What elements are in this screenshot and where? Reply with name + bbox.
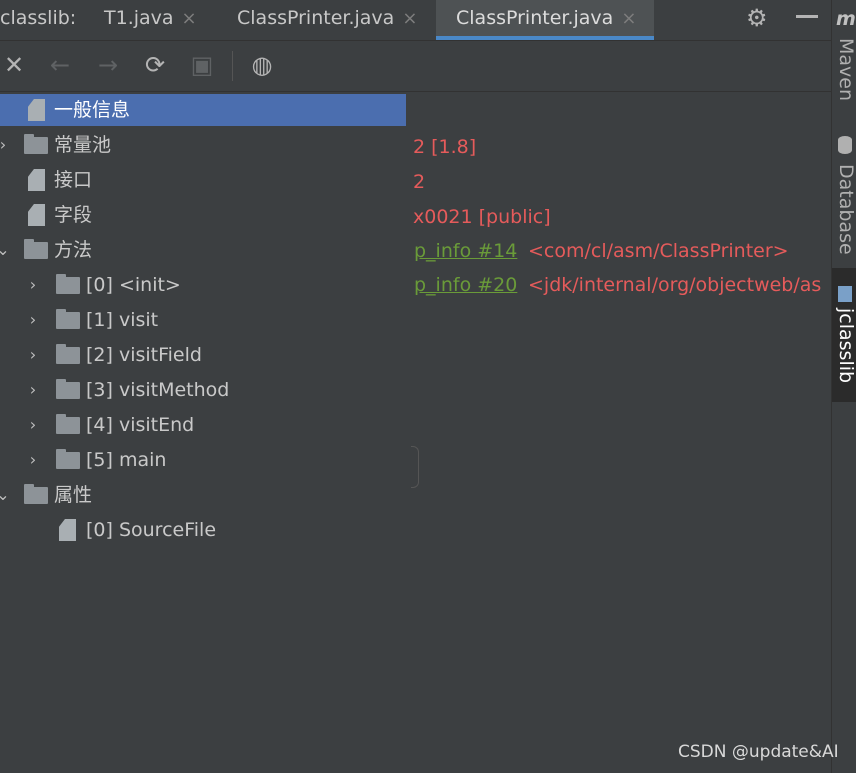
- tree-node-method[interactable]: › [1] visit: [0, 304, 406, 336]
- folder-icon: [56, 414, 80, 434]
- jclasslib-toolbar: ✕ ← → ⟳ ▣ ◍: [0, 41, 831, 92]
- tree-node-interfaces[interactable]: 接口: [0, 164, 406, 196]
- tree-node-label: [2] visitField: [86, 344, 202, 366]
- file-icon: [28, 99, 45, 121]
- chevron-right-icon[interactable]: ›: [26, 304, 40, 336]
- tree-node-method[interactable]: › [0] <init>: [0, 269, 406, 301]
- watermark: CSDN @update&AI: [678, 742, 839, 762]
- file-icon: [28, 204, 45, 226]
- jclasslib-icon: [838, 286, 852, 302]
- maven-icon: m: [836, 8, 856, 30]
- folder-icon: [56, 379, 80, 399]
- tree-node-label: [0] <init>: [86, 274, 181, 296]
- tree-node-label: 常量池: [54, 134, 112, 156]
- minimize-icon[interactable]: [796, 15, 818, 18]
- tree-node-label: 一般信息: [54, 99, 131, 121]
- folder-icon: [24, 239, 48, 259]
- toolbar-divider: [232, 51, 233, 81]
- database-label: Database: [835, 164, 856, 255]
- tree-node-label: 字段: [54, 204, 93, 226]
- chevron-right-icon[interactable]: ›: [26, 269, 40, 301]
- chevron-right-icon[interactable]: ›: [0, 129, 10, 161]
- tree-node-label: 接口: [54, 169, 93, 191]
- save-icon[interactable]: ▣: [188, 51, 216, 79]
- tree-node-label: [5] main: [86, 449, 167, 471]
- tree-node-label: [0] SourceFile: [86, 519, 217, 541]
- folder-icon: [56, 449, 80, 469]
- tree-node-attribute[interactable]: [0] SourceFile: [0, 514, 406, 546]
- database-icon: [838, 136, 852, 154]
- close-icon[interactable]: ×: [621, 8, 636, 29]
- tree-node-label: [1] visit: [86, 309, 159, 331]
- version-value: 2 [1.8]: [413, 136, 477, 158]
- globe-icon[interactable]: ◍: [248, 51, 276, 79]
- tab-label: T1.java: [104, 7, 174, 29]
- splitter-handle[interactable]: [411, 446, 419, 488]
- tree-node-method[interactable]: › [3] visitMethod: [0, 374, 406, 406]
- close-icon[interactable]: ×: [182, 8, 197, 29]
- chevron-right-icon[interactable]: ›: [26, 444, 40, 476]
- jclasslib-label: jclasslib: [835, 308, 856, 384]
- this-class-value: <com/cl/asm/ClassPrinter>: [528, 240, 789, 262]
- tree-node-label: [3] visitMethod: [86, 379, 230, 401]
- right-tool-strip: m Maven Database jclasslib: [831, 0, 856, 773]
- tab-label: ClassPrinter.java: [237, 7, 395, 29]
- database-tool-tab[interactable]: Database: [832, 130, 856, 260]
- folder-icon: [56, 344, 80, 364]
- forward-arrow-icon[interactable]: →: [94, 51, 122, 79]
- file-icon: [28, 169, 45, 191]
- tab-classprinter-java[interactable]: ClassPrinter.java ×: [237, 0, 417, 40]
- tab-label: ClassPrinter.java: [456, 7, 614, 29]
- tree-node-constant-pool[interactable]: › 常量池: [0, 129, 406, 161]
- tab-t1-java[interactable]: T1.java ×: [104, 0, 197, 40]
- tree-node-label: 方法: [54, 239, 93, 261]
- super-class-link[interactable]: p_info #20: [414, 273, 517, 297]
- count-value: 2: [413, 171, 426, 193]
- close-icon[interactable]: ✕: [0, 51, 28, 79]
- tree-node-method[interactable]: › [5] main: [0, 444, 406, 476]
- back-arrow-icon[interactable]: ←: [46, 51, 74, 79]
- this-class-link[interactable]: p_info #14: [414, 239, 517, 263]
- tree-node-fields[interactable]: 字段: [0, 199, 406, 231]
- gear-icon[interactable]: ⚙: [746, 4, 768, 32]
- jclasslib-tool-tab[interactable]: jclasslib: [832, 268, 856, 402]
- tab-classprinter-java-active[interactable]: ClassPrinter.java ×: [436, 0, 654, 40]
- tab-group-prefix: classlib:: [0, 7, 77, 29]
- tree-node-label: 属性: [54, 484, 93, 506]
- refresh-icon[interactable]: ⟳: [141, 51, 169, 79]
- chevron-right-icon[interactable]: ›: [26, 339, 40, 371]
- chevron-right-icon[interactable]: ›: [26, 374, 40, 406]
- file-icon: [59, 519, 76, 541]
- chevron-down-icon[interactable]: ⌄: [0, 234, 10, 266]
- tree-node-methods[interactable]: ⌄ 方法: [0, 234, 406, 266]
- tree-node-general-info[interactable]: 一般信息: [0, 94, 406, 126]
- close-icon[interactable]: ×: [402, 8, 417, 29]
- tree-node-label: [4] visitEnd: [86, 414, 195, 436]
- editor-tab-bar: classlib: T1.java × ClassPrinter.java × Cl…: [0, 0, 831, 41]
- maven-label: Maven: [835, 38, 856, 102]
- chevron-right-icon[interactable]: ›: [26, 409, 40, 441]
- maven-tool-tab[interactable]: m Maven: [832, 0, 856, 102]
- class-structure-tree: 一般信息 › 常量池 接口 字段 ⌄ 方法 › [0] <init> › [1]…: [0, 92, 406, 773]
- folder-icon: [24, 484, 48, 504]
- access-flags-value: x0021 [public]: [413, 206, 551, 228]
- folder-icon: [56, 274, 80, 294]
- tree-node-attributes[interactable]: ⌄ 属性: [0, 479, 406, 511]
- tree-node-method[interactable]: › [2] visitField: [0, 339, 406, 371]
- tree-node-method[interactable]: › [4] visitEnd: [0, 409, 406, 441]
- folder-icon: [56, 309, 80, 329]
- chevron-down-icon[interactable]: ⌄: [0, 479, 10, 511]
- folder-icon: [24, 134, 48, 154]
- super-class-value: <jdk/internal/org/objectweb/as: [528, 274, 822, 296]
